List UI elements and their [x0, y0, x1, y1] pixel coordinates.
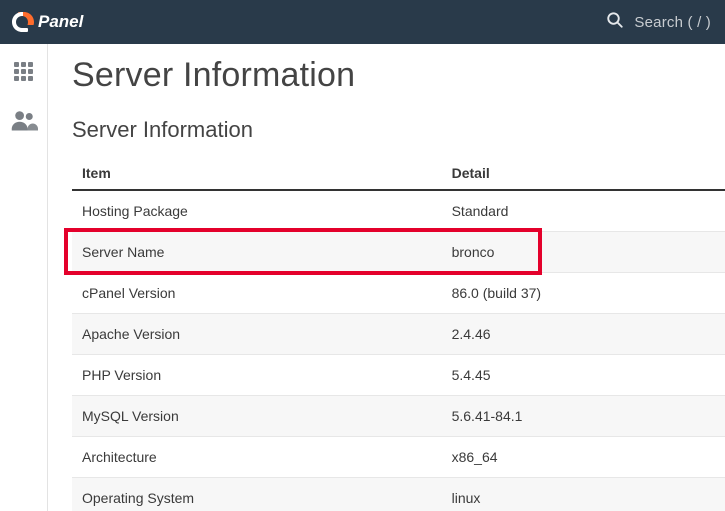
table-row: Server Namebronco — [72, 232, 725, 273]
cell-detail: 5.4.45 — [442, 355, 725, 396]
page-title: Server Information — [72, 56, 725, 95]
cell-item: Apache Version — [72, 314, 442, 355]
cell-detail: bronco — [442, 232, 725, 273]
cell-item: Operating System — [72, 478, 442, 511]
table-row: cPanel Version86.0 (build 37) — [72, 273, 725, 314]
cell-detail: Standard — [442, 190, 725, 232]
left-nav-rail — [0, 44, 48, 511]
table-row: Operating Systemlinux — [72, 478, 725, 511]
nav-users-button[interactable] — [6, 104, 42, 136]
cell-detail: 2.4.46 — [442, 314, 725, 355]
col-header-detail: Detail — [442, 157, 725, 190]
cell-detail: x86_64 — [442, 437, 725, 478]
cell-item: PHP Version — [72, 355, 442, 396]
table-row: PHP Version5.4.45 — [72, 355, 725, 396]
cpanel-logo[interactable]: Panel — [12, 10, 122, 34]
table-row: MySQL Version5.6.41-84.1 — [72, 396, 725, 437]
svg-text:Panel: Panel — [38, 12, 85, 31]
table-row: Architecturex86_64 — [72, 437, 725, 478]
section-title: Server Information — [72, 117, 725, 143]
users-icon — [10, 109, 38, 131]
cell-item: Architecture — [72, 437, 442, 478]
global-search[interactable]: Search ( / ) — [606, 11, 711, 34]
topbar: Panel Search ( / ) — [0, 0, 725, 44]
table-row: Hosting PackageStandard — [72, 190, 725, 232]
apps-grid-icon — [12, 60, 36, 84]
nav-apps-button[interactable] — [6, 56, 42, 88]
cell-detail: 86.0 (build 37) — [442, 273, 725, 314]
main-content: Server Information Server Information It… — [48, 44, 725, 511]
col-header-item: Item — [72, 157, 442, 190]
cell-detail: linux — [442, 478, 725, 511]
search-placeholder: Search ( / ) — [634, 14, 711, 31]
server-info-table: Item Detail Hosting PackageStandardServe… — [72, 157, 725, 511]
cell-item: cPanel Version — [72, 273, 442, 314]
cell-item: Server Name — [72, 232, 442, 273]
cell-item: MySQL Version — [72, 396, 442, 437]
search-icon — [606, 11, 624, 34]
table-row: Apache Version2.4.46 — [72, 314, 725, 355]
cell-detail: 5.6.41-84.1 — [442, 396, 725, 437]
cell-item: Hosting Package — [72, 190, 442, 232]
